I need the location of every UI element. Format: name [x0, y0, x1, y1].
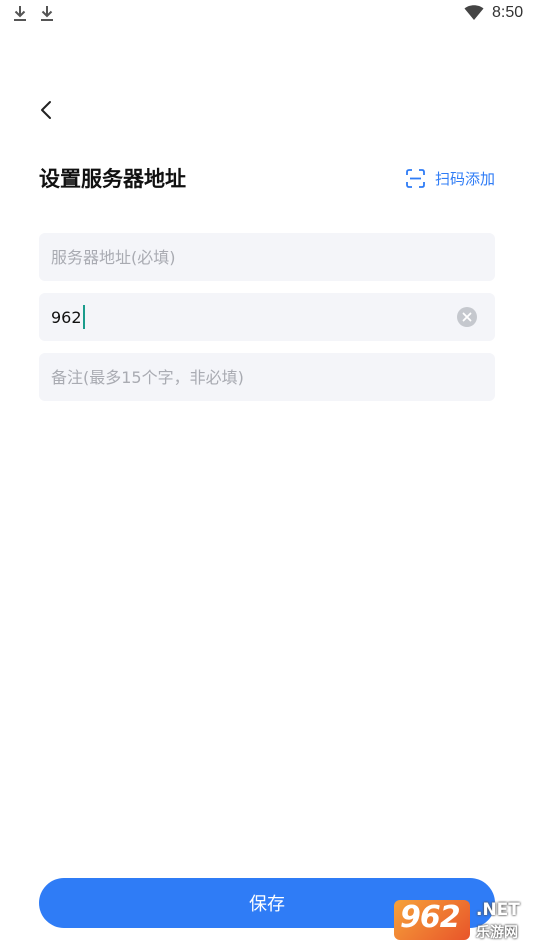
- download-icon: [14, 6, 26, 21]
- download-icon: [41, 6, 53, 21]
- watermark-subtitle: 乐游网: [476, 925, 518, 941]
- text-cursor: [82, 305, 85, 329]
- status-time: 8:50: [492, 4, 524, 21]
- clear-button[interactable]: [457, 307, 477, 327]
- scan-add-button[interactable]: 扫码添加: [406, 168, 495, 189]
- note-field[interactable]: [39, 353, 495, 401]
- note-input[interactable]: [51, 353, 483, 401]
- server-address-input[interactable]: [51, 233, 483, 281]
- wifi-icon: [464, 5, 484, 20]
- scan-add-label: 扫码添加: [434, 170, 495, 188]
- back-button[interactable]: [30, 94, 62, 126]
- port-field[interactable]: 962: [39, 293, 495, 341]
- scan-icon: [406, 169, 425, 188]
- server-address-field[interactable]: [39, 233, 495, 281]
- clear-icon: [462, 312, 472, 322]
- watermark-logo: 962 .NET 乐游网: [394, 896, 530, 946]
- port-value: 962: [51, 307, 82, 327]
- port-input[interactable]: 962: [51, 293, 457, 341]
- watermark-number: 962: [400, 900, 461, 935]
- status-bar: 8:50: [0, 0, 534, 30]
- chevron-left-icon: [41, 101, 51, 119]
- page-title: 设置服务器地址: [39, 167, 186, 191]
- watermark-brand: .NET: [476, 900, 520, 920]
